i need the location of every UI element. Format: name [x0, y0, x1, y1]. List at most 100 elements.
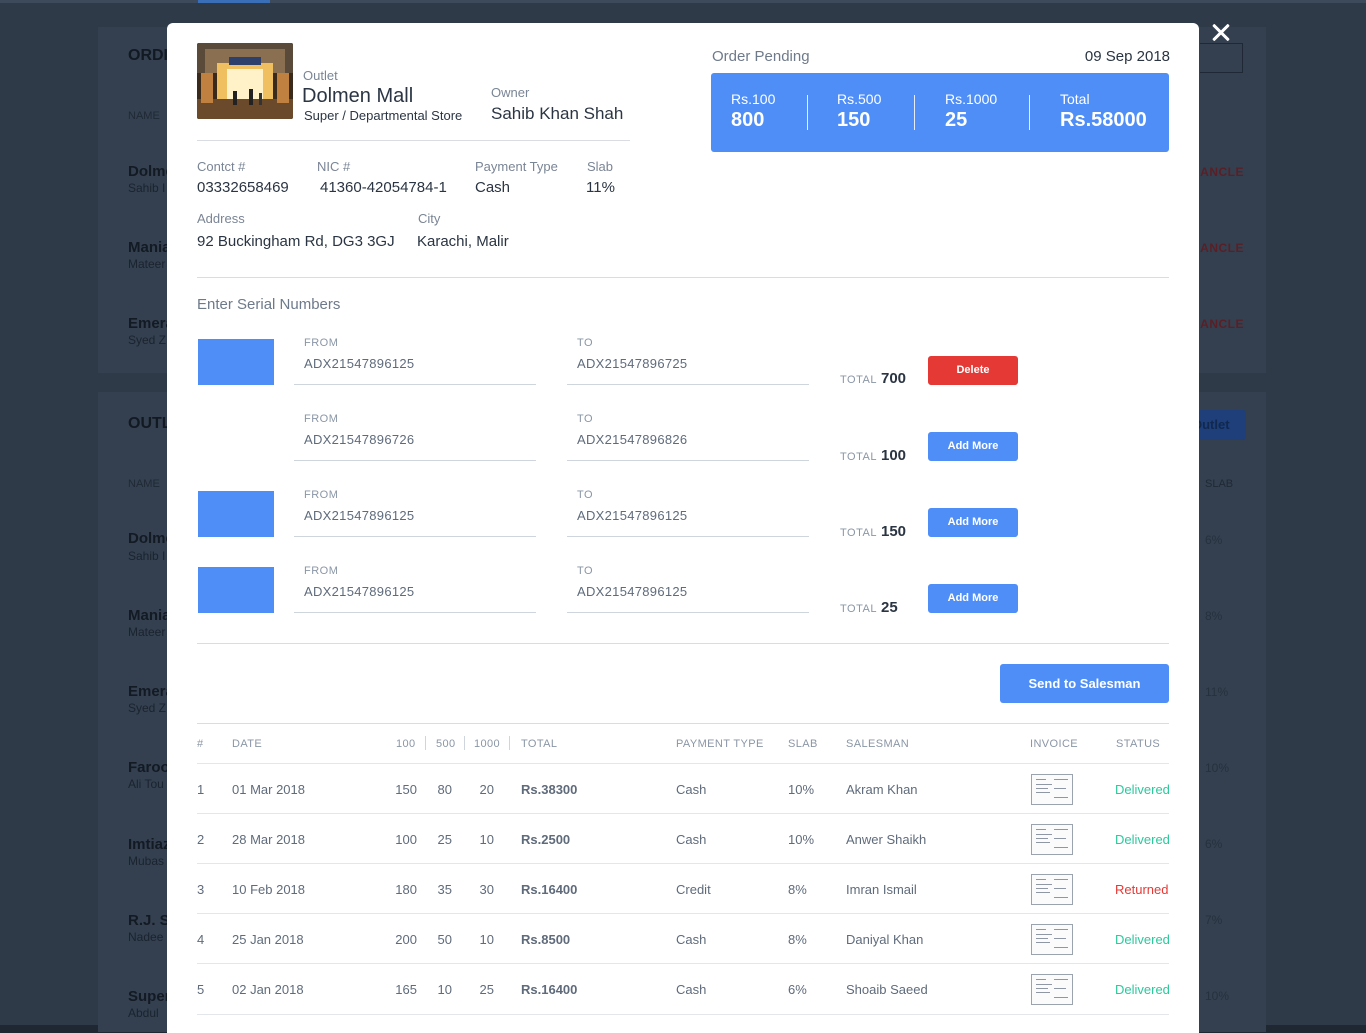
add-more-button[interactable]: Add More: [928, 584, 1018, 613]
row-status: Delivered: [1115, 782, 1170, 797]
row-total: Rs.2500: [521, 832, 571, 847]
col-100: 100: [396, 738, 416, 750]
outlet-photo: [197, 43, 293, 119]
address-label: Address: [197, 211, 245, 226]
table-row: 1 01 Mar 2018 150 80 20 Rs.38300 Cash 10…: [197, 763, 1170, 814]
from-input[interactable]: ADX21547896125: [304, 508, 414, 523]
from-input[interactable]: ADX21547896726: [304, 432, 414, 447]
summary-divider: [807, 95, 808, 130]
invoice-thumbnail-icon[interactable]: [1031, 774, 1073, 805]
table-row: 3 10 Feb 2018 180 35 30 Rs.16400 Credit …: [197, 863, 1169, 914]
row-qty-1000: 20: [479, 782, 494, 797]
contact-label: Contct #: [197, 159, 246, 174]
col-invoice: INVOICE: [1030, 738, 1079, 750]
row-status: Delivered: [1115, 982, 1170, 997]
row-date: 02 Jan 2018: [232, 982, 304, 997]
add-more-button[interactable]: Add More: [928, 432, 1018, 461]
row-date: 01 Mar 2018: [232, 782, 305, 797]
outlet-row-name: Mania: [128, 607, 171, 624]
outlet-row-owner: Abdul: [128, 1006, 159, 1020]
invoice-thumbnail-icon[interactable]: [1031, 874, 1073, 905]
outlet-label: Outlet: [303, 68, 338, 83]
row-qty-500: 80: [437, 782, 452, 797]
orders-col-name: NAME: [128, 110, 160, 122]
send-to-salesman-button[interactable]: Send to Salesman: [1000, 664, 1169, 703]
nic-label: NIC #: [317, 159, 351, 174]
outlet-row-slab: 7%: [1205, 913, 1223, 927]
row-number: 4: [197, 932, 205, 947]
outlet-row-name: Faroo: [128, 759, 170, 776]
col-status: STATUS: [1116, 738, 1161, 750]
total-label: TOTAL: [840, 374, 877, 386]
to-input[interactable]: ADX21547896826: [577, 432, 687, 447]
to-input-underline: [567, 384, 809, 385]
from-label: FROM: [304, 489, 339, 501]
to-input[interactable]: ADX21547896125: [577, 508, 687, 523]
from-label: FROM: [304, 337, 339, 349]
row-slab: 8%: [788, 882, 807, 897]
to-label: TO: [577, 489, 594, 501]
to-input[interactable]: ADX21547896125: [577, 584, 687, 599]
summary-label: Total: [1060, 91, 1090, 107]
order-status: Order Pending: [712, 48, 810, 65]
order-row-owner: Syed Z: [128, 333, 167, 347]
serial-section-title: Enter Serial Numbers: [197, 296, 341, 313]
from-input-underline: [294, 612, 536, 613]
row-total: Rs.16400: [521, 982, 578, 997]
from-input[interactable]: ADX21547896125: [304, 356, 414, 371]
divider: [197, 643, 1169, 644]
invoice-thumbnail-icon[interactable]: [1031, 974, 1073, 1005]
row-qty-100: 100: [395, 832, 417, 847]
payment-type-value: Cash: [475, 179, 511, 196]
to-label: TO: [577, 565, 594, 577]
slab-label: Slab: [587, 159, 614, 174]
outlet-row-owner: Mubas: [128, 854, 165, 868]
delete-button[interactable]: Delete: [928, 356, 1018, 385]
row-qty-100: 165: [395, 982, 417, 997]
outlets-section-title: OUTL: [128, 415, 172, 432]
col-separator: [509, 736, 510, 750]
summary-divider: [1029, 95, 1030, 130]
row-qty-500: 50: [437, 932, 452, 947]
row-total: Rs.16400: [521, 882, 578, 897]
address-value: 92 Buckingham Rd, DG3 3GJ: [197, 233, 395, 250]
outlet-row-slab: 11%: [1205, 685, 1229, 699]
summary-label: Rs.500: [837, 91, 882, 107]
col-1000: 1000: [474, 738, 501, 750]
row-qty-1000: 10: [479, 832, 494, 847]
to-input-underline: [567, 536, 809, 537]
row-payment-type: Cash: [676, 782, 707, 797]
outlet-name: Dolmen Mall: [302, 85, 414, 107]
from-label: FROM: [304, 413, 339, 425]
table-row: 2 28 Mar 2018 100 25 10 Rs.2500 Cash 10%…: [197, 813, 1170, 864]
total-label: TOTAL: [840, 603, 877, 615]
from-input-underline: [294, 536, 536, 537]
summary-label: Rs.1000: [945, 91, 998, 107]
row-salesman: Akram Khan: [846, 782, 918, 797]
row-payment-type: Cash: [676, 832, 707, 847]
close-icon[interactable]: [1206, 18, 1236, 48]
col-500: 500: [436, 738, 456, 750]
row-total: Rs.8500: [521, 932, 571, 947]
denomination-swatch: [198, 339, 274, 385]
outlet-row-name: Imtiaz: [128, 836, 171, 853]
to-label: TO: [577, 337, 594, 349]
add-more-button[interactable]: Add More: [928, 508, 1018, 537]
outlet-row-name: R.J. S: [128, 912, 170, 929]
outlet-row-slab: 10%: [1205, 989, 1230, 1003]
invoice-thumbnail-icon[interactable]: [1031, 924, 1073, 955]
row-number: 1: [197, 782, 205, 797]
row-salesman: Shoaib Saeed: [846, 982, 928, 997]
col-number: #: [197, 738, 204, 750]
to-input[interactable]: ADX21547896725: [577, 356, 687, 371]
to-input-underline: [567, 612, 809, 613]
summary-rs1000: Rs.1000 25: [945, 91, 997, 132]
invoice-thumbnail-icon[interactable]: [1031, 824, 1073, 855]
total-value: 150: [881, 523, 907, 540]
summary-total: Total Rs.58000: [1060, 91, 1147, 132]
table-row: 4 25 Jan 2018 200 50 10 Rs.8500 Cash 8% …: [197, 913, 1170, 964]
row-payment-type: Cash: [676, 932, 707, 947]
from-input[interactable]: ADX21547896125: [304, 584, 414, 599]
outlet-row-owner: Nadee: [128, 930, 164, 944]
owner-label: Owner: [491, 85, 530, 100]
